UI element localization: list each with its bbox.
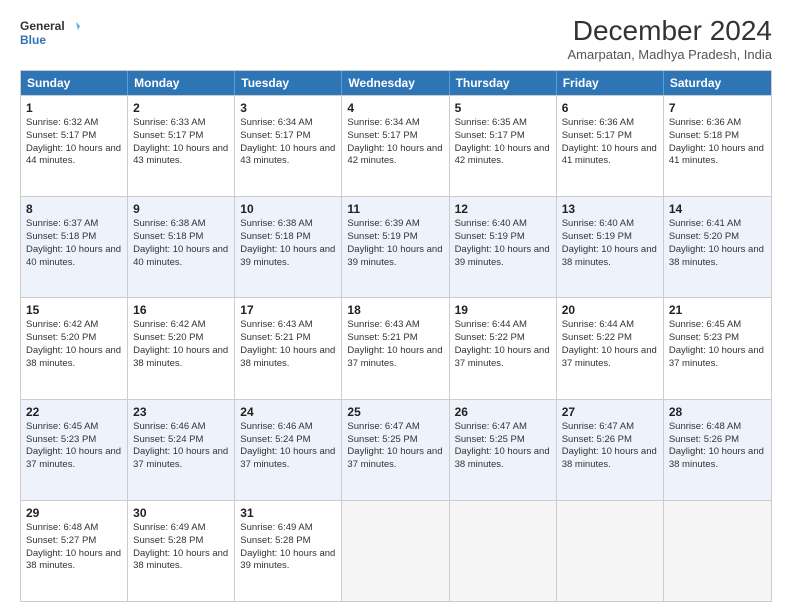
day-number: 27	[562, 404, 658, 420]
cal-cell-17: 17Sunrise: 6:43 AMSunset: 5:21 PMDayligh…	[235, 298, 342, 398]
cal-cell-27: 27Sunrise: 6:47 AMSunset: 5:26 PMDayligh…	[557, 400, 664, 500]
cal-cell-13: 13Sunrise: 6:40 AMSunset: 5:19 PMDayligh…	[557, 197, 664, 297]
header: General Blue December 2024 Amarpatan, Ma…	[20, 16, 772, 62]
day-number: 10	[240, 201, 336, 217]
day-number: 19	[455, 302, 551, 318]
calendar-header-row: SundayMondayTuesdayWednesdayThursdayFrid…	[21, 71, 771, 95]
day-number: 12	[455, 201, 551, 217]
day-number: 16	[133, 302, 229, 318]
cal-cell-31: 31Sunrise: 6:49 AMSunset: 5:28 PMDayligh…	[235, 501, 342, 601]
day-number: 23	[133, 404, 229, 420]
day-number: 17	[240, 302, 336, 318]
cal-cell-25: 25Sunrise: 6:47 AMSunset: 5:25 PMDayligh…	[342, 400, 449, 500]
day-number: 20	[562, 302, 658, 318]
cal-cell-29: 29Sunrise: 6:48 AMSunset: 5:27 PMDayligh…	[21, 501, 128, 601]
cal-cell-21: 21Sunrise: 6:45 AMSunset: 5:23 PMDayligh…	[664, 298, 771, 398]
day-number: 6	[562, 100, 658, 116]
day-number: 3	[240, 100, 336, 116]
cal-cell-2: 2Sunrise: 6:33 AMSunset: 5:17 PMDaylight…	[128, 96, 235, 196]
cal-cell-8: 8Sunrise: 6:37 AMSunset: 5:18 PMDaylight…	[21, 197, 128, 297]
day-number: 30	[133, 505, 229, 521]
calendar-week-2: 8Sunrise: 6:37 AMSunset: 5:18 PMDaylight…	[21, 196, 771, 297]
cal-cell-19: 19Sunrise: 6:44 AMSunset: 5:22 PMDayligh…	[450, 298, 557, 398]
day-number: 7	[669, 100, 766, 116]
day-number: 31	[240, 505, 336, 521]
calendar-week-4: 22Sunrise: 6:45 AMSunset: 5:23 PMDayligh…	[21, 399, 771, 500]
cal-cell-9: 9Sunrise: 6:38 AMSunset: 5:18 PMDaylight…	[128, 197, 235, 297]
day-number: 11	[347, 201, 443, 217]
header-day-sunday: Sunday	[21, 71, 128, 95]
day-number: 4	[347, 100, 443, 116]
cal-cell-24: 24Sunrise: 6:46 AMSunset: 5:24 PMDayligh…	[235, 400, 342, 500]
svg-text:General: General	[20, 19, 65, 33]
cal-cell-11: 11Sunrise: 6:39 AMSunset: 5:19 PMDayligh…	[342, 197, 449, 297]
cal-cell-16: 16Sunrise: 6:42 AMSunset: 5:20 PMDayligh…	[128, 298, 235, 398]
day-number: 25	[347, 404, 443, 420]
cal-cell-12: 12Sunrise: 6:40 AMSunset: 5:19 PMDayligh…	[450, 197, 557, 297]
cal-cell-1: 1Sunrise: 6:32 AMSunset: 5:17 PMDaylight…	[21, 96, 128, 196]
day-number: 2	[133, 100, 229, 116]
cal-cell-20: 20Sunrise: 6:44 AMSunset: 5:22 PMDayligh…	[557, 298, 664, 398]
day-number: 15	[26, 302, 122, 318]
day-number: 22	[26, 404, 122, 420]
svg-text:Blue: Blue	[20, 33, 46, 47]
main-title: December 2024	[567, 16, 772, 47]
day-number: 26	[455, 404, 551, 420]
subtitle: Amarpatan, Madhya Pradesh, India	[567, 47, 772, 62]
header-day-tuesday: Tuesday	[235, 71, 342, 95]
cal-cell-14: 14Sunrise: 6:41 AMSunset: 5:20 PMDayligh…	[664, 197, 771, 297]
day-number: 13	[562, 201, 658, 217]
cal-cell-4: 4Sunrise: 6:34 AMSunset: 5:17 PMDaylight…	[342, 96, 449, 196]
calendar-week-5: 29Sunrise: 6:48 AMSunset: 5:27 PMDayligh…	[21, 500, 771, 601]
cal-cell-empty	[557, 501, 664, 601]
day-number: 18	[347, 302, 443, 318]
day-number: 24	[240, 404, 336, 420]
title-block: December 2024 Amarpatan, Madhya Pradesh,…	[567, 16, 772, 62]
logo: General Blue	[20, 16, 80, 52]
cal-cell-empty	[664, 501, 771, 601]
cal-cell-empty	[342, 501, 449, 601]
day-number: 1	[26, 100, 122, 116]
logo-svg: General Blue	[20, 16, 80, 52]
day-number: 29	[26, 505, 122, 521]
cal-cell-26: 26Sunrise: 6:47 AMSunset: 5:25 PMDayligh…	[450, 400, 557, 500]
day-number: 8	[26, 201, 122, 217]
cal-cell-3: 3Sunrise: 6:34 AMSunset: 5:17 PMDaylight…	[235, 96, 342, 196]
header-day-monday: Monday	[128, 71, 235, 95]
cal-cell-30: 30Sunrise: 6:49 AMSunset: 5:28 PMDayligh…	[128, 501, 235, 601]
header-day-wednesday: Wednesday	[342, 71, 449, 95]
day-number: 5	[455, 100, 551, 116]
calendar: SundayMondayTuesdayWednesdayThursdayFrid…	[20, 70, 772, 602]
cal-cell-5: 5Sunrise: 6:35 AMSunset: 5:17 PMDaylight…	[450, 96, 557, 196]
header-day-friday: Friday	[557, 71, 664, 95]
day-number: 28	[669, 404, 766, 420]
cal-cell-10: 10Sunrise: 6:38 AMSunset: 5:18 PMDayligh…	[235, 197, 342, 297]
header-day-saturday: Saturday	[664, 71, 771, 95]
day-number: 14	[669, 201, 766, 217]
cal-cell-23: 23Sunrise: 6:46 AMSunset: 5:24 PMDayligh…	[128, 400, 235, 500]
day-number: 9	[133, 201, 229, 217]
cal-cell-18: 18Sunrise: 6:43 AMSunset: 5:21 PMDayligh…	[342, 298, 449, 398]
header-day-thursday: Thursday	[450, 71, 557, 95]
cal-cell-15: 15Sunrise: 6:42 AMSunset: 5:20 PMDayligh…	[21, 298, 128, 398]
page: General Blue December 2024 Amarpatan, Ma…	[0, 0, 792, 612]
calendar-body: 1Sunrise: 6:32 AMSunset: 5:17 PMDaylight…	[21, 95, 771, 601]
calendar-week-1: 1Sunrise: 6:32 AMSunset: 5:17 PMDaylight…	[21, 95, 771, 196]
day-number: 21	[669, 302, 766, 318]
cal-cell-7: 7Sunrise: 6:36 AMSunset: 5:18 PMDaylight…	[664, 96, 771, 196]
cal-cell-empty	[450, 501, 557, 601]
cal-cell-22: 22Sunrise: 6:45 AMSunset: 5:23 PMDayligh…	[21, 400, 128, 500]
calendar-week-3: 15Sunrise: 6:42 AMSunset: 5:20 PMDayligh…	[21, 297, 771, 398]
cal-cell-28: 28Sunrise: 6:48 AMSunset: 5:26 PMDayligh…	[664, 400, 771, 500]
cal-cell-6: 6Sunrise: 6:36 AMSunset: 5:17 PMDaylight…	[557, 96, 664, 196]
